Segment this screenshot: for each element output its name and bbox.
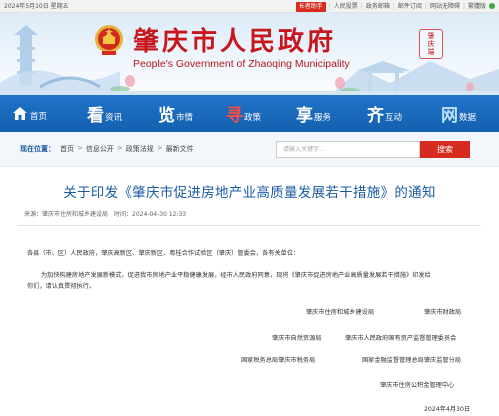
mail-subscribe-link[interactable]: 邮件订阅 [398, 0, 422, 13]
current-date: 2024年5月10日 星期五 [4, 3, 69, 10]
breadcrumb-info-public[interactable]: 信息公开 [86, 144, 114, 154]
people-vote-link[interactable]: 人民投票 [334, 0, 358, 13]
breadcrumb-label: 现在位置： [20, 145, 55, 153]
traditional-chinese-link[interactable]: 繁體版 [468, 0, 486, 13]
gov-mailbox-link[interactable]: 政务邮箱 [366, 0, 390, 13]
article-time: 时间：2024-04-30 12:33 [114, 211, 187, 218]
signature-sasac: 肇庆市人民政府国有资产监督管理委员会 [345, 335, 457, 342]
home-icon [13, 107, 27, 120]
article-meta: 来源：肇庆市住房和城乡建设局 时间：2024-04-30 12:33 [24, 209, 186, 218]
article-recipients: 各县（市、区）人民政府，肇庆高新区、肇庆新区、粤桂合作试验区（肇庆）管委会，各有… [27, 250, 300, 257]
nav-item-news[interactable]: 看 资讯 [87, 95, 122, 132]
nav-item-interaction[interactable]: 齐 互动 [367, 95, 402, 132]
search-input[interactable] [276, 141, 420, 158]
main-nav: 首页 看 资讯 览 市情 寻 政策 享 服务 齐 互动 网 数据 [0, 95, 499, 132]
breadcrumb: 首页 > 信息公开 > 政策法规 > 最新文件 [60, 144, 194, 154]
article-source: 来源：肇庆市住房和城乡建设局 [24, 211, 109, 218]
signature-financial-regulator: 国家金融监督管理总局肇庆监管分局 [362, 357, 461, 364]
article-paragraph-line-2: 你们，请认真贯彻执行。 [27, 283, 96, 290]
breadcrumb-home[interactable]: 首页 [60, 144, 74, 154]
search-button[interactable]: 搜索 [420, 141, 470, 158]
breadcrumb-latest-files[interactable]: 最新文件 [166, 144, 194, 154]
wechat-icon[interactable] [489, 3, 495, 9]
national-emblem-icon [95, 25, 123, 55]
signature-natural-resources-bureau: 肇庆市自然资源局 [272, 335, 322, 342]
site-subtitle: People's Government of Zhaoqing Municipa… [133, 58, 350, 70]
nav-item-services[interactable]: 享 服务 [296, 95, 331, 132]
utility-links: 长者助手 | 人民投票 | 政务邮箱 | 邮件订阅 | 网站无障碍 | 繁體版 [295, 0, 495, 13]
signature-housing-fund-center: 肇庆市住房公积金管理中心 [380, 382, 455, 389]
site-title: 肇庆市人民政府 [133, 27, 337, 57]
signature-housing-bureau: 肇庆市住房和城乡建设局 [306, 309, 375, 316]
nav-item-data[interactable]: 网 数据 [441, 95, 476, 132]
nav-item-city-info[interactable]: 览 市情 [158, 95, 193, 132]
divider [18, 225, 481, 226]
accessibility-link[interactable]: 网站无障碍 [430, 0, 460, 13]
article-paragraph-line-1: 为加快构建房地产发展新模式，促进我市房地产业平稳健康发展，经市人民政府同意，现将… [41, 272, 431, 279]
article-date: 2024年4月30日 [424, 406, 471, 413]
signature-finance-bureau: 肇庆市财政局 [424, 309, 462, 316]
signature-tax-bureau: 国家税务总局肇庆市税务局 [241, 357, 316, 364]
city-seal: 肇 庆 端 [419, 29, 443, 59]
breadcrumb-policies[interactable]: 政策法规 [126, 144, 154, 154]
site-banner: 肇庆市人民政府 People's Government of Zhaoqing … [0, 13, 499, 95]
nav-item-home[interactable]: 首页 [12, 95, 47, 132]
article-title: 关于印发《肇庆市促进房地产业高质量发展若干措施》的通知 [63, 185, 436, 201]
top-utility-bar: 2024年5月10日 星期五 长者助手 | 人民投票 | 政务邮箱 | 邮件订阅… [0, 0, 499, 13]
elder-mode-button[interactable]: 长者助手 [295, 2, 326, 12]
nav-item-policy[interactable]: 寻 政策 [226, 95, 261, 132]
